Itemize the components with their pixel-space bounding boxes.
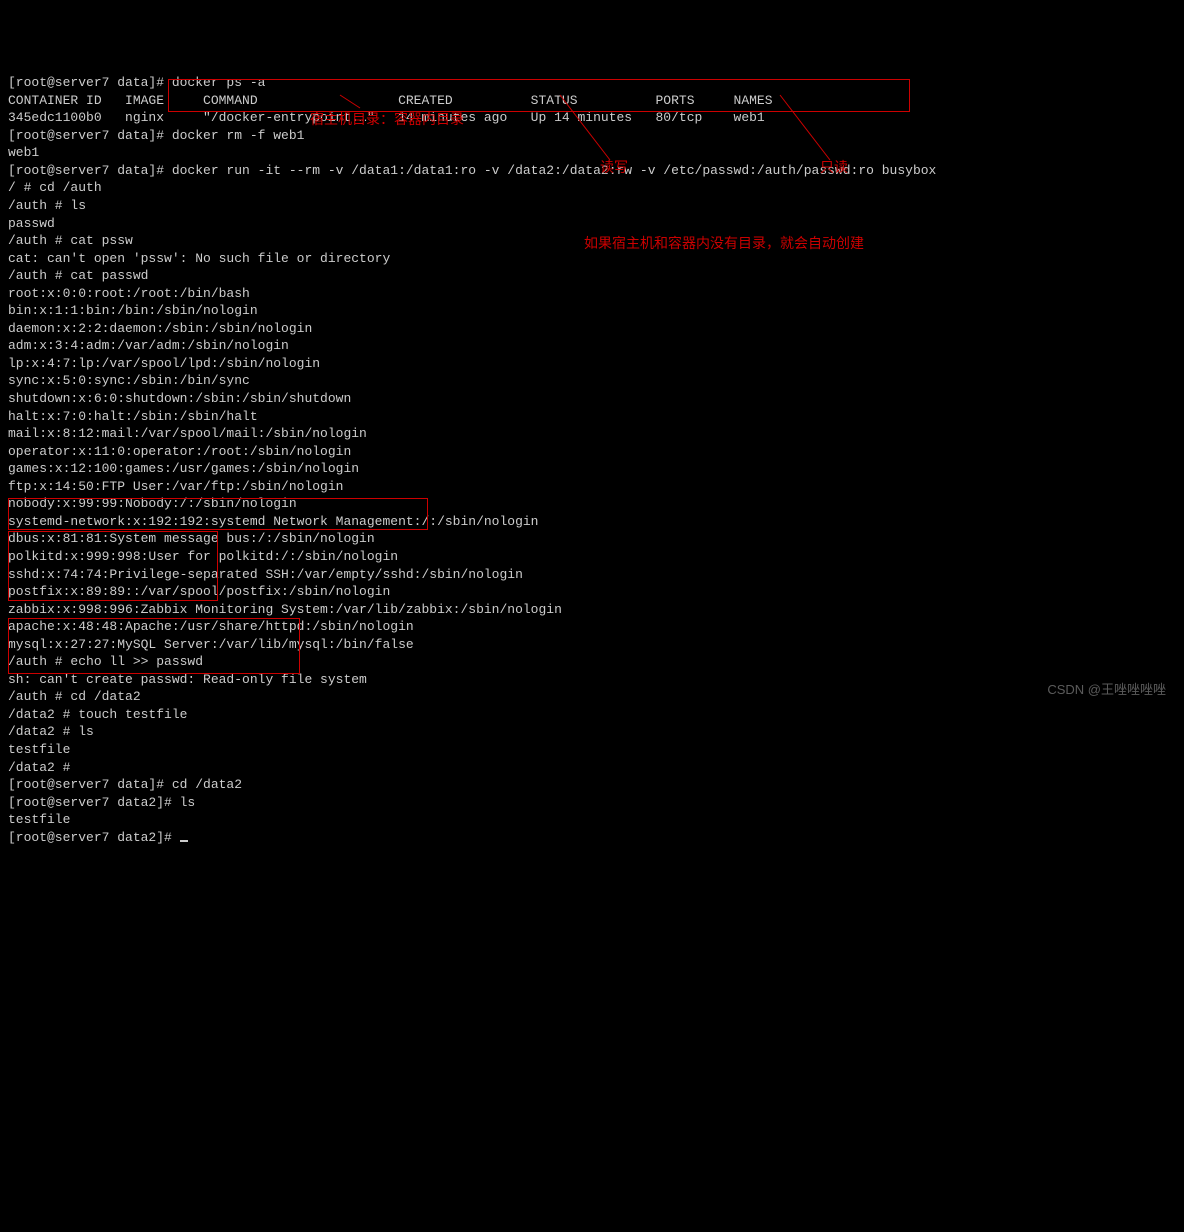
terminal-line: postfix:x:89:89::/var/spool/postfix:/sbi… [8,583,1176,601]
terminal-line: polkitd:x:999:998:User for polkitd:/:/sb… [8,548,1176,566]
terminal-line: cat: can't open 'pssw': No such file or … [8,250,1176,268]
terminal-line: /data2 # ls [8,723,1176,741]
terminal-line: [root@server7 data2]# [8,829,1176,847]
terminal-output[interactable]: [root@server7 data]# docker ps -aCONTAIN… [8,74,1176,846]
terminal-line: web1 [8,144,1176,162]
watermark: CSDN @王唑唑唑唑 [1047,681,1166,699]
terminal-line: sh: can't create passwd: Read-only file … [8,671,1176,689]
terminal-line: zabbix:x:998:996:Zabbix Monitoring Syste… [8,601,1176,619]
terminal-line: games:x:12:100:games:/usr/games:/sbin/no… [8,460,1176,478]
terminal-line: nobody:x:99:99:Nobody:/:/sbin/nologin [8,495,1176,513]
terminal-line: 345edc1100b0 nginx "/docker-entrypoint.…… [8,109,1176,127]
terminal-line: sshd:x:74:74:Privilege-separated SSH:/va… [8,566,1176,584]
terminal-line: mail:x:8:12:mail:/var/spool/mail:/sbin/n… [8,425,1176,443]
terminal-line: lp:x:4:7:lp:/var/spool/lpd:/sbin/nologin [8,355,1176,373]
terminal-line: [root@server7 data]# docker rm -f web1 [8,127,1176,145]
terminal-line: mysql:x:27:27:MySQL Server:/var/lib/mysq… [8,636,1176,654]
terminal-line: CONTAINER ID IMAGE COMMAND CREATED STATU… [8,92,1176,110]
terminal-line: /auth # cd /data2 [8,688,1176,706]
terminal-line: systemd-network:x:192:192:systemd Networ… [8,513,1176,531]
terminal-line: daemon:x:2:2:daemon:/sbin:/sbin/nologin [8,320,1176,338]
terminal-line: [root@server7 data]# docker run -it --rm… [8,162,1176,180]
terminal-line: [root@server7 data]# cd /data2 [8,776,1176,794]
terminal-line: passwd [8,215,1176,233]
terminal-line: sync:x:5:0:sync:/sbin:/bin/sync [8,372,1176,390]
terminal-line: testfile [8,741,1176,759]
terminal-line: operator:x:11:0:operator:/root:/sbin/nol… [8,443,1176,461]
terminal-line: [root@server7 data]# docker ps -a [8,74,1176,92]
terminal-line: / # cd /auth [8,179,1176,197]
terminal-line: adm:x:3:4:adm:/var/adm:/sbin/nologin [8,337,1176,355]
terminal-line: /data2 # touch testfile [8,706,1176,724]
terminal-line: /auth # cat pssw [8,232,1176,250]
terminal-line: [root@server7 data2]# ls [8,794,1176,812]
terminal-line: halt:x:7:0:halt:/sbin:/sbin/halt [8,408,1176,426]
terminal-line: dbus:x:81:81:System message bus:/:/sbin/… [8,530,1176,548]
cursor [180,840,188,842]
terminal-line: ftp:x:14:50:FTP User:/var/ftp:/sbin/nolo… [8,478,1176,496]
terminal-line: /auth # cat passwd [8,267,1176,285]
terminal-line: bin:x:1:1:bin:/bin:/sbin/nologin [8,302,1176,320]
terminal-line: apache:x:48:48:Apache:/usr/share/httpd:/… [8,618,1176,636]
terminal-line: /auth # ls [8,197,1176,215]
terminal-line: root:x:0:0:root:/root:/bin/bash [8,285,1176,303]
terminal-line: shutdown:x:6:0:shutdown:/sbin:/sbin/shut… [8,390,1176,408]
terminal-line: /data2 # [8,759,1176,777]
terminal-line: testfile [8,811,1176,829]
terminal-line: /auth # echo ll >> passwd [8,653,1176,671]
